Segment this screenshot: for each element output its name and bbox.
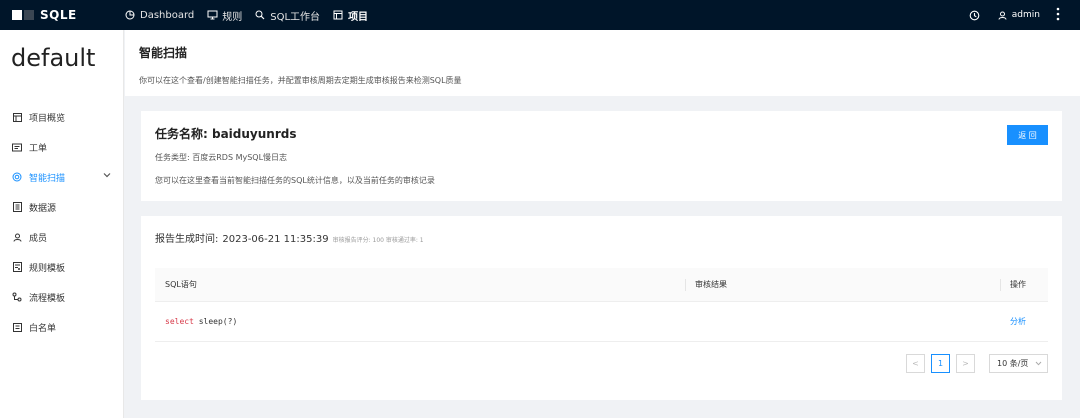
report-time: 2023-06-21 11:35:39 (222, 234, 329, 245)
project-name[interactable]: default (0, 30, 123, 102)
table-row: select sleep(?) 分析 (155, 302, 1048, 342)
sidebar-item-label: 成员 (29, 233, 48, 244)
audit-table: SQL语句 审核结果 操作 select sleep(?) 分析 (155, 268, 1048, 342)
task-type: 任务类型: 百度云RDS MySQL慢日志 (155, 153, 288, 162)
sidebar-item-label: 数据源 (29, 203, 57, 214)
topnav-label: 规则 (222, 11, 243, 23)
main-content: 智能扫描 你可以在这个查看/创建智能扫描任务，并配置审核周期去定期生成审核报告来… (125, 30, 1080, 418)
column-header-action: 操作 (1000, 268, 1048, 302)
chevron-down-icon (1035, 359, 1042, 368)
topnav-label: SQL工作台 (270, 11, 321, 23)
top-nav: Dashboard 规则 SQL工作台 项目 (124, 8, 368, 23)
analyze-link-text[interactable]: 分析 (1010, 317, 1026, 326)
top-navbar: SQLE Dashboard 规则 SQL工作台 项目 admin (0, 0, 1080, 30)
member-icon (12, 232, 22, 242)
sidebar-item-label: 白名单 (29, 323, 57, 334)
page-size-select[interactable]: 10 条/页 (989, 354, 1048, 373)
table-header: SQL语句 审核结果 操作 (155, 268, 1048, 302)
scan-icon (12, 172, 22, 182)
project-icon (332, 9, 344, 21)
report-card: 报告生成时间: 2023-06-21 11:35:39 审核报告评分: 100 … (141, 216, 1062, 400)
sidebar-item-workflow-template[interactable]: 流程模板 (0, 282, 123, 312)
topnav-label: Dashboard (140, 9, 195, 21)
sidebar-item-order[interactable]: 工单 (0, 132, 123, 162)
top-right-tools: admin (969, 0, 1060, 30)
sidebar-item-rule-template[interactable]: 规则模板 (0, 252, 123, 282)
rule-template-icon (12, 262, 22, 272)
task-name: 任务名称: baiduyunrds (155, 127, 297, 141)
report-score-meta: 审核报告评分: 100 审核通过率: 1 (332, 237, 424, 244)
sidebar-item-label: 项目概览 (29, 113, 66, 124)
sidebar-item-whitelist[interactable]: 白名单 (0, 312, 123, 342)
order-icon (12, 142, 22, 152)
sidebar-menu: 项目概览 工单 智能扫描 数据源 成员 规则模板 流程模板 白名单 (0, 102, 123, 342)
sqle-logo-icon (12, 10, 34, 20)
page-size-value: 10 条/页 (997, 359, 1029, 368)
page-1-button[interactable]: 1 (931, 354, 950, 373)
page-title: 智能扫描 (139, 46, 188, 60)
chevron-down-icon (103, 171, 111, 181)
sidebar-item-members[interactable]: 成员 (0, 222, 123, 252)
search-icon (254, 9, 266, 21)
task-info-card: 任务名称: baiduyunrds 任务类型: 百度云RDS MySQL慢日志 … (141, 111, 1062, 201)
user-name: admin (1011, 10, 1040, 20)
page-description: 你可以在这个查看/创建智能扫描任务，并配置审核周期去定期生成审核报告来检测SQL… (139, 76, 462, 85)
topnav-project[interactable]: 项目 (332, 8, 368, 23)
pie-chart-icon (124, 9, 136, 21)
page-header: 智能扫描 你可以在这个查看/创建智能扫描任务，并配置审核周期去定期生成审核报告来… (125, 30, 1080, 96)
analyze-link[interactable]: 分析 (1000, 316, 1048, 327)
topnav-sql-workbench[interactable]: SQL工作台 (254, 8, 320, 23)
back-button[interactable]: 返 回 (1007, 125, 1048, 145)
brand-name: SQLE (40, 8, 77, 22)
prev-page-button[interactable]: < (906, 354, 925, 373)
sidebar: default 项目概览 工单 智能扫描 数据源 成员 规则模板 流程模板 白名… (0, 30, 124, 418)
overview-icon (12, 112, 22, 122)
sidebar-item-label: 工单 (29, 143, 48, 154)
whitelist-icon (12, 322, 22, 332)
user-menu[interactable]: admin (997, 9, 1040, 21)
topnav-rules[interactable]: 规则 (206, 8, 242, 23)
topnav-label: 项目 (348, 11, 369, 23)
column-header-sql: SQL语句 (165, 280, 197, 289)
sql-statement-cell: select sleep(?) (155, 317, 685, 326)
user-icon (997, 9, 1009, 21)
sql-keyword: select (165, 317, 194, 326)
next-page-button[interactable]: > (956, 354, 975, 373)
report-time-label: 报告生成时间: (155, 234, 219, 245)
history-clock-icon[interactable] (969, 9, 981, 21)
sidebar-item-label: 智能扫描 (29, 173, 66, 184)
sidebar-item-overview[interactable]: 项目概览 (0, 102, 123, 132)
sidebar-item-datasource[interactable]: 数据源 (0, 192, 123, 222)
workflow-icon (12, 292, 22, 302)
pagination: < 1 > 10 条/页 (906, 354, 1048, 373)
datasource-icon (12, 202, 22, 212)
more-vertical-icon[interactable] (1056, 7, 1060, 24)
report-header: 报告生成时间: 2023-06-21 11:35:39 审核报告评分: 100 … (155, 230, 1048, 245)
sidebar-item-label: 流程模板 (29, 293, 66, 304)
monitor-icon (206, 9, 218, 21)
task-hint: 您可以在这里查看当前智能扫描任务的SQL统计信息，以及当前任务的审核记录 (155, 176, 435, 185)
topnav-dashboard[interactable]: Dashboard (124, 9, 194, 21)
column-header-result: 审核结果 (685, 268, 1000, 302)
brand[interactable]: SQLE (0, 8, 116, 22)
sql-text: sleep(?) (193, 317, 238, 326)
sidebar-item-smart-scan[interactable]: 智能扫描 (0, 162, 123, 192)
sidebar-item-label: 规则模板 (29, 263, 66, 274)
